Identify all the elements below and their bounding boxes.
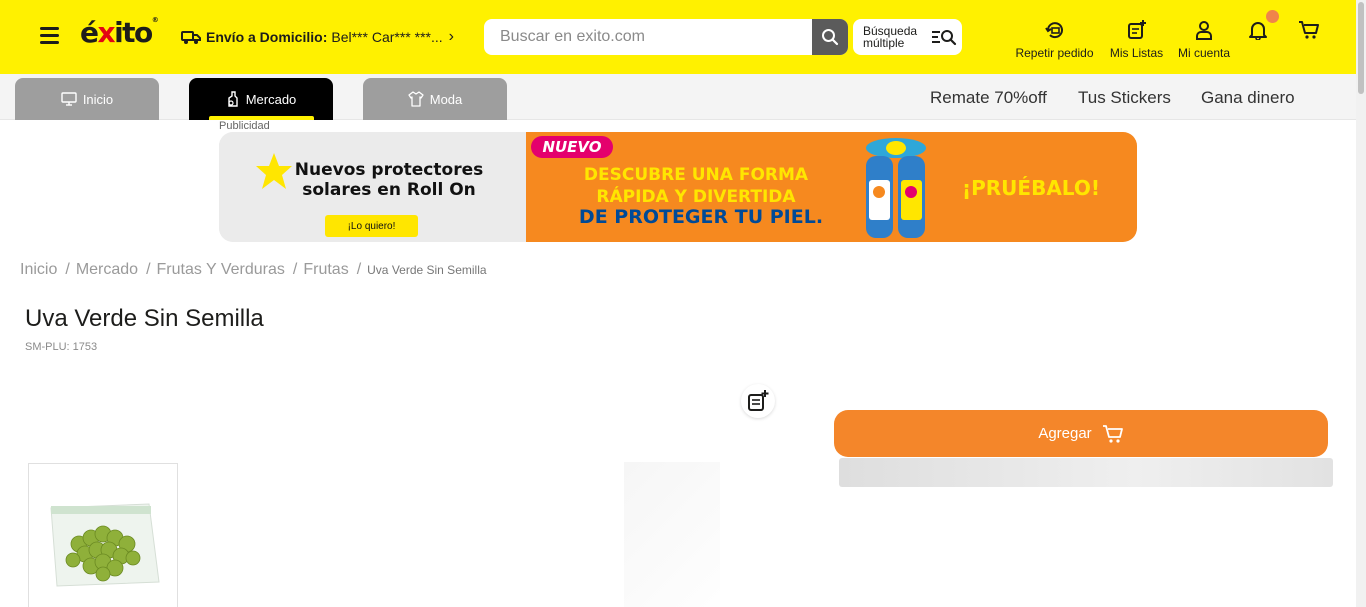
delivery-selector[interactable]: Envío a Domicilio: Bel*** Car*** ***... … [181,28,454,46]
ad-label: Publicidad [219,120,270,132]
list-search-icon [932,30,957,46]
product-title: Uva Verde Sin Semilla [25,305,264,332]
multi-search-button[interactable]: Búsqueda múltiple [853,19,962,55]
bottle-icon [228,91,238,107]
ad-new-badge: NUEVO [531,136,613,158]
cart-icon [1102,424,1123,443]
repeat-order-icon [1044,22,1063,39]
nav-link-remate[interactable]: Remate 70%off [930,88,1047,108]
tab-label: Mercado [245,91,297,107]
repeat-order-button[interactable]: Repetir pedido [1011,18,1098,60]
ad-headline-1: DESCUBRE UNA FORMA RÁPIDA Y DIVERTIDA [583,165,809,207]
breadcrumb-current: Uva Verde Sin Semilla [367,263,487,277]
chevron-right-icon: › [448,28,454,45]
breadcrumb-frutas[interactable]: Frutas [303,261,348,278]
my-lists-label: Mis Listas [1109,46,1164,60]
tab-mercado[interactable]: Mercado [189,78,333,120]
add-to-cart-button[interactable]: Agregar [834,410,1328,457]
scrollbar-thumb[interactable] [1358,2,1364,94]
my-account-label: Mi cuenta [1177,46,1231,60]
bell-icon [1249,22,1267,40]
category-nav: Inicio Mercado Moda Remate 70%off Tus St… [0,74,1356,120]
cart-icon [1299,21,1319,39]
tab-moda[interactable]: Moda [363,78,507,120]
list-add-icon [1127,20,1146,39]
grapes-image [50,503,160,587]
search-input[interactable] [484,19,812,55]
sunscreen-products-image [866,138,926,238]
ad-pruebalo: ¡PRUÉBALO! [962,176,1100,200]
ad-left-headline: Nuevos protectores solares en Roll On [294,160,484,200]
breadcrumb: Inicio / Mercado / Frutas Y Verduras / Frutas /… [20,261,487,278]
tab-inicio[interactable]: Inicio [15,78,159,120]
add-to-cart-label: Agregar [1038,425,1092,442]
tab-label: Inicio [82,91,114,107]
search-button[interactable] [812,19,848,55]
product-thumbnail[interactable] [28,463,178,607]
my-account-button[interactable]: Mi cuenta [1174,18,1234,60]
breadcrumb-mercado[interactable]: Mercado [76,261,138,278]
repeat-order-label: Repetir pedido [1015,46,1094,60]
ad-banner[interactable]: Nuevos protectores solares en Roll On ¡L… [219,132,1137,242]
add-to-list-button[interactable] [741,384,775,418]
monitor-icon [61,92,77,106]
shirt-icon [408,91,424,107]
breadcrumb-inicio[interactable]: Inicio [20,261,57,278]
ad-headline-2: DE PROTEGER TU PIEL. [578,206,824,228]
nav-link-stickers[interactable]: Tus Stickers [1078,88,1171,108]
ad-right-panel: NUEVO DESCUBRE UNA FORMA RÁPIDA Y DIVERT… [526,132,1137,242]
exito-logo[interactable]: éxito® [80,16,159,49]
delivery-address: Bel*** Car*** ***... [331,29,443,45]
multi-search-label: Búsqueda múltiple [863,24,918,50]
header-bar: éxito® Envío a Domicilio: Bel*** Car*** … [0,0,1356,74]
truck-icon [181,31,201,44]
main-product-image [624,462,720,607]
tab-label: Moda [429,91,463,107]
loading-placeholder [839,458,1333,487]
delivery-label: Envío a Domicilio: [206,29,328,45]
search-bar [484,19,848,55]
my-lists-button[interactable]: Mis Listas [1108,18,1165,60]
nav-link-gana-dinero[interactable]: Gana dinero [1201,88,1295,108]
breadcrumb-frutas-y-verduras[interactable]: Frutas Y Verduras [157,261,285,278]
product-plu: SM-PLU: 1753 [25,341,98,353]
cart-button[interactable] [1297,18,1321,46]
search-icon [822,29,839,46]
notifications-button[interactable] [1246,18,1270,46]
notification-badge [1266,10,1279,23]
ad-cta-button[interactable]: ¡Lo quiero! [325,215,418,237]
ad-left-panel: Nuevos protectores solares en Roll On ¡L… [219,132,526,242]
user-icon [1196,21,1212,40]
menu-icon[interactable] [40,27,59,44]
page: éxito® Envío a Domicilio: Bel*** Car*** … [0,0,1366,607]
list-add-icon [748,390,769,411]
